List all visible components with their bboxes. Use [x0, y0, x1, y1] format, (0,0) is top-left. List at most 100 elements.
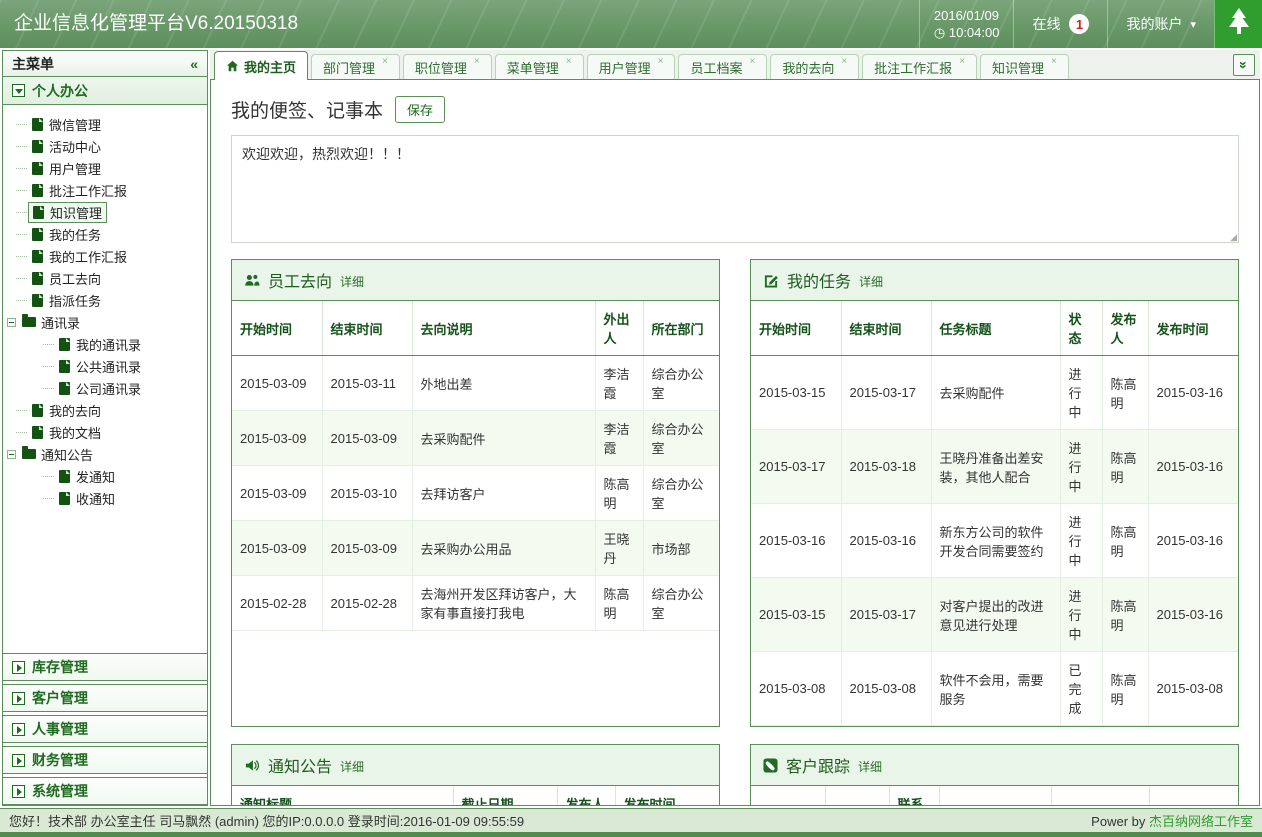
panel-employee-whereabouts: 员工去向 详细 开始时间 结束时间 去向说明 外出人 所在部门 — [231, 259, 720, 727]
sidebar-section-customers[interactable]: 客户管理 — [3, 684, 207, 712]
document-icon — [32, 162, 43, 175]
panel-my-tasks: 我的任务 详细 开始时间 结束时间 任务标题 状态 发布人 发布时间 — [750, 259, 1239, 727]
notices-table: 通知标题 截止日期 发布人 发布时间 dfgdfgdfgdsfgsdfgsdf2… — [232, 786, 719, 806]
document-icon — [32, 228, 43, 241]
power-by-link[interactable]: 杰百纳网络工作室 — [1149, 814, 1253, 829]
clock-icon: ◷ — [934, 25, 945, 40]
section-collapsed-icon — [12, 723, 25, 736]
table-row: 2015-03-172015-03-18王晓丹准备出差安装，其他人配合进行中陈高… — [751, 430, 1238, 504]
home-icon — [226, 60, 239, 72]
notes-textarea[interactable]: 欢迎欢迎，热烈欢迎！！！ — [231, 135, 1239, 243]
sidebar-item-knowledge-mgmt[interactable]: 知识管理 — [3, 201, 207, 223]
table-row: 2015-03-162015-03-16新东方公司的软件开发合同需要签约进行中陈… — [751, 504, 1238, 578]
sidebar-item-annotate-reports[interactable]: 批注工作汇报 — [3, 179, 207, 201]
detail-link[interactable]: 详细 — [859, 273, 883, 290]
tab-user-mgmt[interactable]: 用户管理× — [587, 54, 676, 79]
close-icon[interactable]: × — [749, 56, 755, 67]
section-collapsed-icon — [12, 785, 25, 798]
table-row: 2015-03-152015-03-17去采购配件进行中陈高明2015-03-1… — [751, 356, 1238, 430]
tab-bar: 我的主页 部门管理× 职位管理× 菜单管理× 用户管理× 员工档案× 我的去向×… — [210, 50, 1260, 80]
tab-my-home[interactable]: 我的主页 — [214, 51, 308, 80]
document-icon — [32, 294, 43, 307]
panel-notices: 通知公告 详细 通知标题 截止日期 发布人 发布时间 dfgdfgdfgdsfg… — [231, 744, 720, 806]
sidebar-item-assign-tasks[interactable]: 指派任务 — [3, 289, 207, 311]
app-header: 企业信息化管理平台V6.20150318 2016/01/09 ◷ 10:04:… — [0, 0, 1262, 48]
sidebar-item-my-whereabouts[interactable]: 我的去向 — [3, 399, 207, 421]
sidebar-item-receive-notice[interactable]: 收通知 — [3, 487, 207, 509]
collapse-expander-icon[interactable] — [7, 318, 16, 327]
sidebar-item-my-contacts[interactable]: 我的通讯录 — [3, 333, 207, 355]
online-button[interactable]: 在线 1 — [1013, 0, 1107, 48]
sidebar-header: 主菜单 « — [3, 51, 207, 77]
detail-link[interactable]: 详细 — [340, 273, 364, 290]
detail-link[interactable]: 详细 — [340, 758, 364, 775]
document-icon — [59, 382, 70, 395]
sidebar-item-my-work-report[interactable]: 我的工作汇报 — [3, 245, 207, 267]
close-icon[interactable]: × — [474, 56, 480, 67]
document-icon — [59, 338, 70, 351]
sidebar-section-hr[interactable]: 人事管理 — [3, 715, 207, 743]
sidebar: 主菜单 « 个人办公 微信管理 活动中心 用户管理 批注工作汇报 知识管理 我的… — [2, 50, 208, 806]
save-button[interactable]: 保存 — [395, 96, 445, 123]
tab-my-whereabouts[interactable]: 我的去向× — [770, 54, 859, 79]
sidebar-item-activity-center[interactable]: 活动中心 — [3, 135, 207, 157]
close-icon[interactable]: × — [959, 56, 965, 67]
sidebar-item-my-documents[interactable]: 我的文档 — [3, 421, 207, 443]
account-menu[interactable]: 我的账户 ▾ — [1107, 0, 1214, 48]
sidebar-item-my-tasks[interactable]: 我的任务 — [3, 223, 207, 245]
status-welcome-text: 您好！技术部 办公室主任 司马飘然 (admin) 您的IP:0.0.0.0 登… — [9, 811, 524, 830]
sidebar-collapse-icon[interactable]: « — [190, 56, 198, 72]
header-time: 10:04:00 — [949, 25, 1000, 40]
sidebar-folder-contacts[interactable]: 通讯录 — [3, 311, 207, 333]
tab-menu-mgmt[interactable]: 菜单管理× — [495, 54, 584, 79]
document-icon — [32, 184, 43, 197]
sidebar-section-finance[interactable]: 财务管理 — [3, 746, 207, 774]
employee-whereabouts-table: 开始时间 结束时间 去向说明 外出人 所在部门 2015-03-092015-0… — [232, 301, 719, 631]
document-icon — [32, 404, 43, 417]
sidebar-section-personal-office[interactable]: 个人办公 — [3, 77, 207, 105]
phone-icon — [763, 758, 778, 773]
tab-overflow-button[interactable]: » — [1233, 54, 1255, 76]
sidebar-folder-notices[interactable]: 通知公告 — [3, 443, 207, 465]
sidebar-item-company-contacts[interactable]: 公司通讯录 — [3, 377, 207, 399]
tab-annotate-reports[interactable]: 批注工作汇报× — [862, 54, 977, 79]
panel-title: 员工去向 — [268, 268, 332, 292]
section-collapsed-icon — [12, 692, 25, 705]
sidebar-section-inventory[interactable]: 库存管理 — [3, 653, 207, 681]
sidebar-item-wechat[interactable]: 微信管理 — [3, 113, 207, 135]
power-by: Power by 杰百纳网络工作室 — [1091, 811, 1253, 830]
tab-position-mgmt[interactable]: 职位管理× — [403, 54, 492, 79]
sidebar-item-public-contacts[interactable]: 公共通讯录 — [3, 355, 207, 377]
tab-knowledge-mgmt[interactable]: 知识管理× — [980, 54, 1069, 79]
document-icon — [59, 470, 70, 483]
sidebar-item-send-notice[interactable]: 发通知 — [3, 465, 207, 487]
tab-employee-files[interactable]: 员工档案× — [678, 54, 767, 79]
folder-icon — [22, 317, 36, 327]
sidebar-section-system[interactable]: 系统管理 — [3, 777, 207, 805]
close-icon[interactable]: × — [841, 56, 847, 67]
tab-department-mgmt[interactable]: 部门管理× — [311, 54, 400, 79]
datetime-block: 2016/01/09 ◷ 10:04:00 — [919, 0, 1014, 48]
resize-handle-icon[interactable]: ◢ — [1230, 233, 1237, 241]
sidebar-tree: 微信管理 活动中心 用户管理 批注工作汇报 知识管理 我的任务 我的工作汇报 员… — [3, 105, 207, 650]
sidebar-item-user-mgmt[interactable]: 用户管理 — [3, 157, 207, 179]
table-row: 2015-03-082015-03-08软件不会用，需要服务已完成陈高明2015… — [751, 652, 1238, 726]
document-icon — [32, 140, 43, 153]
panel-title: 客户跟踪 — [786, 753, 850, 777]
online-label: 在线 — [1032, 14, 1060, 34]
detail-link[interactable]: 详细 — [858, 758, 882, 775]
panel-title: 通知公告 — [268, 753, 332, 777]
table-row: 2015-02-282015-02-28去海州开发区拜访客户，大家有事直接打我电… — [232, 576, 719, 631]
main-area: 我的主页 部门管理× 职位管理× 菜单管理× 用户管理× 员工档案× 我的去向×… — [210, 50, 1260, 806]
collapse-expander-icon[interactable] — [7, 450, 16, 459]
theme-button[interactable] — [1214, 0, 1262, 48]
close-icon[interactable]: × — [1051, 56, 1057, 67]
close-icon[interactable]: × — [566, 56, 572, 67]
close-icon[interactable]: × — [658, 56, 664, 67]
sidebar-item-employee-whereabouts[interactable]: 员工去向 — [3, 267, 207, 289]
customer-tracking-table: 客户名称 进展 联系人 手机号码 下次联系 最后更新 百度公司成交客户汪东兴13… — [751, 786, 1238, 806]
folder-icon — [22, 449, 36, 459]
close-icon[interactable]: × — [382, 56, 388, 67]
notes-title: 我的便签、记事本 — [231, 96, 383, 123]
panel-title: 我的任务 — [787, 268, 851, 292]
